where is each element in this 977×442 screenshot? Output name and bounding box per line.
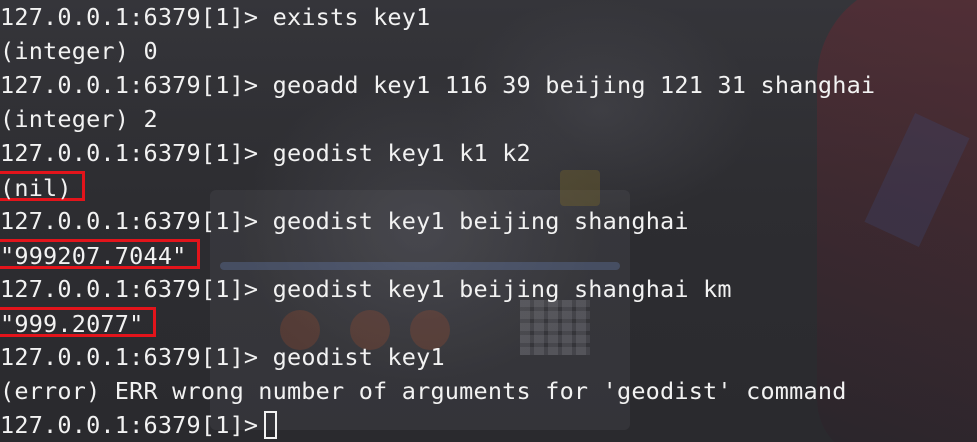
prompt: 127.0.0.1:6379[1]> <box>0 207 259 235</box>
command-line: 127.0.0.1:6379[1]> geodist key1 <box>0 340 875 374</box>
highlight-box: (nil) <box>0 171 85 202</box>
output-text: (integer) 2 <box>0 105 158 133</box>
command-text: geodist key1 k1 k2 <box>272 139 531 167</box>
highlight-box: "999207.7044" <box>0 239 200 270</box>
highlight-box: "999.2077" <box>0 307 157 338</box>
command-text: exists key1 <box>272 3 431 31</box>
output-text: (error) ERR wrong number of arguments fo… <box>0 377 847 405</box>
output-line: (error) ERR wrong number of arguments fo… <box>0 374 875 408</box>
output-text: (integer) 0 <box>0 37 158 65</box>
wallpaper-figure-accent <box>864 112 970 248</box>
prompt: 127.0.0.1:6379[1]> <box>0 343 259 371</box>
prompt: 127.0.0.1:6379[1]> <box>0 3 259 31</box>
prompt: 127.0.0.1:6379[1]> <box>0 139 259 167</box>
command-line: 127.0.0.1:6379[1]> geodist key1 beijing … <box>0 204 875 238</box>
command-line: 127.0.0.1:6379[1]> exists key1 <box>0 0 875 34</box>
output-text: (nil) <box>0 174 72 202</box>
output-text: "999207.7044" <box>0 242 187 270</box>
command-line: 127.0.0.1:6379[1]> geodist key1 beijing … <box>0 272 875 306</box>
command-text: geodist key1 <box>272 343 445 371</box>
output-text: "999.2077" <box>0 310 144 338</box>
prompt: 127.0.0.1:6379[1]> <box>0 71 259 99</box>
output-line: (integer) 0 <box>0 34 875 68</box>
prompt: 127.0.0.1:6379[1]> <box>0 275 259 303</box>
output-line: (nil) <box>0 170 875 204</box>
input-line[interactable]: 127.0.0.1:6379[1]> <box>0 408 875 442</box>
terminal-output: 127.0.0.1:6379[1]> exists key1 (integer)… <box>0 0 875 442</box>
text-cursor[interactable] <box>264 410 278 439</box>
output-line: "999207.7044" <box>0 238 875 272</box>
command-line: 127.0.0.1:6379[1]> geodist key1 k1 k2 <box>0 136 875 170</box>
terminal-window[interactable]: 127.0.0.1:6379[1]> exists key1 (integer)… <box>0 0 977 442</box>
output-line: "999.2077" <box>0 306 875 340</box>
prompt: 127.0.0.1:6379[1]> <box>0 411 259 439</box>
command-text: geodist key1 beijing shanghai km <box>272 275 732 303</box>
command-line: 127.0.0.1:6379[1]> geoadd key1 116 39 be… <box>0 68 875 102</box>
command-text: geodist key1 beijing shanghai <box>272 207 689 235</box>
command-text: geoadd key1 116 39 beijing 121 31 shangh… <box>272 71 876 99</box>
output-line: (integer) 2 <box>0 102 875 136</box>
